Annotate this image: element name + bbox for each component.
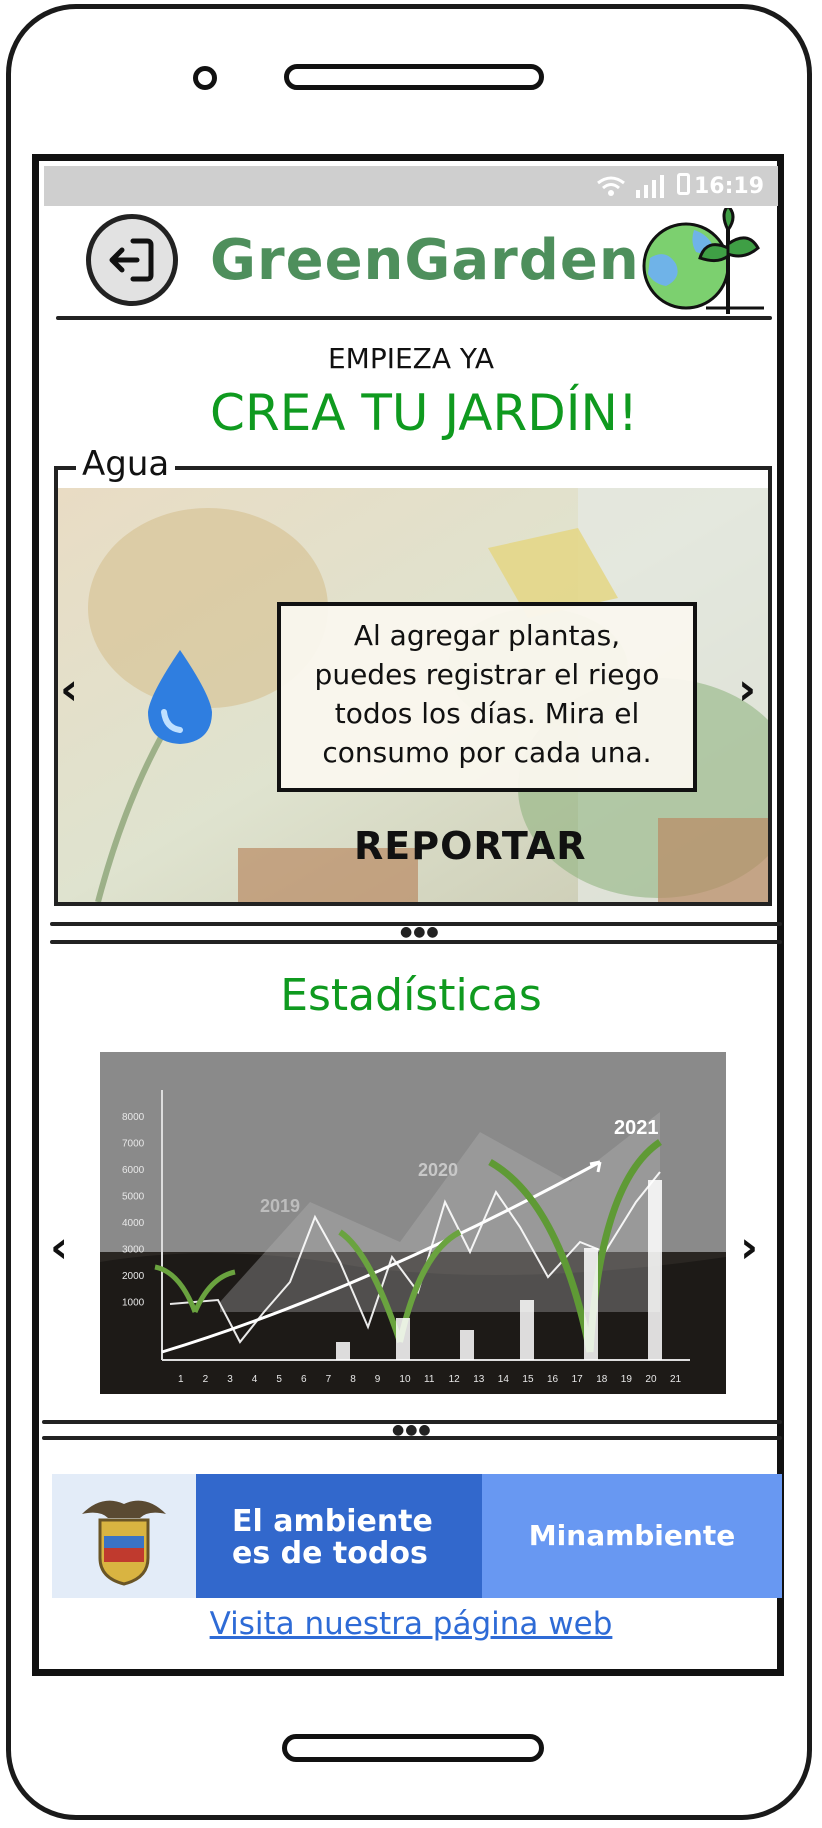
image-x-tick: 21 (670, 1374, 682, 1385)
image-x-tick: 2 (203, 1374, 209, 1385)
image-x-tick: 16 (547, 1374, 559, 1385)
screen (32, 154, 784, 1676)
image-y-tick: 2000 (122, 1271, 145, 1282)
image-x-tick: 1 (178, 1374, 184, 1385)
image-x-tick: 13 (473, 1374, 485, 1385)
image-year-label: 2019 (260, 1196, 300, 1216)
wifi-icon (597, 176, 625, 196)
image-year-label: 2021 (614, 1117, 659, 1139)
image-x-tick: 14 (498, 1374, 510, 1385)
image-y-tick: 6000 (122, 1165, 145, 1176)
image-bar (460, 1330, 474, 1360)
image-bar (396, 1318, 410, 1360)
coat-of-arms-logo (52, 1474, 196, 1598)
info-line: todos los días. Mira el (334, 697, 640, 730)
image-bar (520, 1300, 534, 1360)
image-y-tick: 1000 (122, 1298, 145, 1309)
government-banner[interactable]: El ambiente es de todos Minambiente (52, 1474, 782, 1598)
image-y-tick: 4000 (122, 1218, 145, 1229)
info-line: consumo por cada una. (322, 736, 652, 769)
banner-slogan: El ambiente es de todos (196, 1474, 482, 1598)
water-drop-icon (148, 650, 212, 744)
growth-chart-image: 8000 7000 6000 5000 4000 3000 2000 1000 1234567… (100, 1052, 726, 1394)
logout-button[interactable] (86, 214, 178, 306)
image-bar (584, 1248, 598, 1360)
image-bar (648, 1180, 662, 1360)
image-x-tick: 7 (326, 1374, 332, 1385)
image-x-tick: 5 (276, 1374, 282, 1385)
status-bar: 16:19 (44, 166, 778, 206)
ministry-name: Minambiente (482, 1474, 782, 1598)
slogan-line: es de todos (232, 1536, 428, 1571)
image-x-tick: 18 (596, 1374, 608, 1385)
image-y-tick: 3000 (122, 1245, 145, 1256)
image-x-tick: 3 (227, 1374, 233, 1385)
camera-icon (193, 66, 217, 90)
image-x-tick: 19 (621, 1374, 633, 1385)
website-link[interactable]: Visita nuestra página web (0, 1606, 822, 1642)
header-divider (56, 316, 772, 320)
section-divider (50, 940, 782, 944)
image-y-tick: 7000 (122, 1139, 145, 1150)
image-x-tick: 20 (645, 1374, 657, 1385)
logout-arrow-icon (109, 238, 154, 282)
earth-plant-logo (642, 208, 764, 314)
chevron-right-icon[interactable]: › (738, 664, 756, 715)
image-y-tick: 5000 (122, 1192, 145, 1203)
image-x-tick: 12 (449, 1374, 461, 1385)
info-line: Al agregar plantas, (353, 619, 621, 652)
water-info-box: Al agregar plantas, puedes registrar el … (277, 602, 697, 792)
image-year-label: 2020 (418, 1160, 458, 1180)
image-y-tick: 8000 (122, 1112, 145, 1123)
battery-icon (677, 173, 690, 195)
hero-headline: CREA TU JARDÍN! (210, 384, 638, 442)
signal-icon (636, 175, 664, 198)
image-x-tick: 17 (572, 1374, 584, 1385)
image-x-tick: 11 (424, 1374, 435, 1385)
kicker-text: EMPIEZA YA (327, 342, 494, 375)
slogan-line: El ambiente (232, 1504, 433, 1539)
chevron-left-icon[interactable]: ‹ (50, 1222, 68, 1273)
image-x-tick: 8 (350, 1374, 356, 1385)
water-legend: Agua (76, 444, 176, 484)
drag-handle[interactable]: ●●● (400, 924, 440, 940)
status-time: 16:19 (693, 174, 764, 199)
section-divider (42, 1436, 782, 1440)
report-button[interactable]: REPORTAR (354, 824, 587, 868)
chevron-left-icon[interactable]: ‹ (60, 664, 78, 715)
image-x-tick: 10 (399, 1374, 411, 1385)
home-button[interactable] (282, 1734, 544, 1762)
image-x-tick: 15 (522, 1374, 534, 1385)
chevron-right-icon[interactable]: › (740, 1222, 758, 1273)
image-x-tick: 9 (375, 1374, 381, 1385)
stats-title: Estadísticas (280, 970, 542, 1021)
image-x-tick: 4 (252, 1374, 258, 1385)
image-x-tick: 6 (301, 1374, 307, 1385)
speaker-grille (284, 64, 544, 90)
app-title: GreenGarden (210, 228, 640, 293)
image-bar (336, 1342, 350, 1360)
info-line: puedes registrar el riego (314, 658, 660, 691)
